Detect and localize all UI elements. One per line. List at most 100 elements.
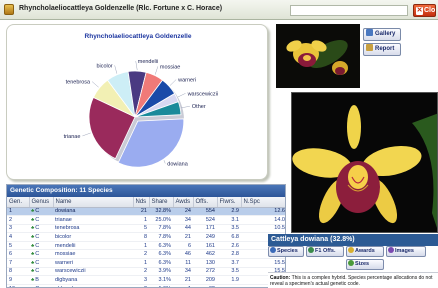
table-cell: warneri (53, 258, 133, 268)
table-cell: C (29, 249, 53, 260)
f1-offspring-button-label: F1 Offs. (315, 248, 336, 254)
table-cell: 10 (7, 284, 29, 287)
table-row[interactable]: 1Cdowiana2132.8%245542.912.6 (7, 207, 285, 217)
pie-leader-line (163, 160, 166, 164)
table-row[interactable]: 2Ctrianae125.0%345243.114.0 (7, 215, 285, 225)
offspring-icon (308, 247, 314, 253)
species-button[interactable]: Species (268, 246, 304, 257)
gallery-button-label: Gallery (375, 31, 396, 37)
awards-button[interactable]: Awards (346, 246, 384, 257)
table-cell: 6.3% (149, 249, 173, 260)
pie-label-mossiae: mossiae (160, 64, 180, 70)
table-cell: 3.5 (217, 224, 241, 234)
pie-label-mendelii: mendelii (138, 59, 158, 65)
table-cell: eldorado (53, 284, 133, 287)
column-header[interactable]: Offs. (193, 197, 218, 208)
images-button[interactable]: Images (386, 246, 426, 257)
table-cell: trianae (53, 215, 133, 225)
column-header[interactable]: Awds (173, 197, 194, 208)
table-cell: 7.8% (149, 232, 173, 242)
table-cell: 2.6 (217, 241, 241, 251)
close-button[interactable]: ✕ Clo (413, 4, 436, 17)
chart-panel: Rhyncholaeliocattleya Goldenzelle dowian… (6, 24, 268, 180)
table-cell: 2 (133, 249, 149, 260)
column-header[interactable]: Genus (29, 197, 54, 208)
table-cell: dowiana (53, 207, 133, 217)
table-cell: 3.5 (217, 267, 241, 277)
table-row[interactable]: 10Celdorado21.6%132 (7, 284, 285, 287)
species-button-label: Species (277, 248, 298, 254)
sizes-button[interactable]: Sizes (346, 259, 384, 270)
table-cell: 25.0% (149, 215, 173, 225)
table-cell: 5 (133, 224, 149, 234)
table-cell: C (29, 284, 53, 287)
pie-label-dowiana: dowiana (167, 162, 188, 168)
pie-chart: dowiana trianae tenebrosa bicolor mendeliimo… (64, 59, 219, 168)
pie-leader-line (181, 105, 190, 109)
table-cell: 2.9 (217, 207, 241, 217)
table-cell: C (29, 215, 53, 225)
table-cell: warscewiczii (53, 267, 133, 277)
pie-label-warneri: warneri (177, 78, 196, 84)
table-cell: 6.3% (149, 241, 173, 251)
table-cell: C (29, 224, 53, 234)
table-cell: 5 (7, 241, 29, 251)
table-row[interactable]: 6Cmossiae26.3%464622.817.0 (7, 249, 285, 260)
table-cell: 4 (7, 232, 29, 242)
table-title: Genetic Composition: 11 Species (7, 185, 285, 197)
table-cell: 32 (193, 284, 217, 287)
table-cell: 524 (193, 215, 217, 225)
table-cell: 24 (173, 207, 193, 217)
table-cell: 7.8% (149, 224, 173, 234)
table-cell: 2 (133, 267, 149, 277)
column-header[interactable]: Share (149, 197, 174, 208)
pie-leader-line (177, 93, 186, 98)
table-cell: bicolor (53, 232, 133, 242)
column-header[interactable]: Flwrs. (217, 197, 242, 208)
table-cell: 3.9% (149, 267, 173, 277)
table-cell: tenebrosa (53, 224, 133, 234)
f1-offspring-button[interactable]: F1 Offs. (306, 246, 344, 257)
table-row[interactable]: 4Cbicolor87.8%212496.88.7 (7, 232, 285, 242)
table-row[interactable]: 8Cwarscewiczii23.9%342723.515.5 (7, 267, 285, 277)
column-header[interactable]: Nds (133, 197, 150, 208)
table-cell: 21 (173, 275, 193, 285)
sizes-icon (348, 260, 354, 266)
table-cell: C (29, 207, 53, 217)
column-header[interactable]: Name (53, 197, 134, 208)
table-row[interactable]: 9Bdigbyana33.1%212091.914.0 (7, 275, 285, 285)
column-header[interactable]: Gen. (7, 197, 30, 208)
award-ribbon-icon (348, 247, 354, 253)
camera-icon (388, 247, 394, 253)
pie-label-tenebrosa: tenebrosa (66, 80, 91, 86)
table-cell: 34 (173, 267, 193, 277)
window-title: Rhyncholaeliocattleya Goldenzelle (Rlc. … (19, 5, 223, 12)
table-cell: 462 (193, 249, 217, 260)
gallery-icon (366, 29, 373, 36)
gallery-button[interactable]: Gallery (363, 28, 401, 41)
table-cell: mossiae (53, 249, 133, 260)
table-cell: 14.0 (241, 215, 285, 225)
pie-label-bicolor: bicolor (96, 63, 112, 69)
action-buttons-row: Species F1 Offs. Awards Images (268, 246, 438, 258)
flower-thumbnail-image[interactable] (276, 24, 360, 88)
column-header[interactable]: N.Spc (241, 197, 285, 208)
table-row[interactable]: 7Cwarneri16.3%111303.715.5 (7, 258, 285, 268)
table-cell: 21 (133, 207, 149, 217)
report-button-label: Report (375, 46, 395, 52)
table-row[interactable]: 5Cmendelii16.3%61612.615.3 (7, 241, 285, 251)
pie-leader-line (91, 81, 99, 88)
pie-label-warscewiczii: warscewiczii (187, 91, 219, 97)
images-button-label: Images (395, 248, 414, 254)
table-row[interactable]: 3Ctenebrosa57.8%441713.510.5 (7, 224, 285, 234)
title-input-field[interactable] (290, 5, 408, 16)
flower-main-graphic (292, 93, 437, 232)
table-cell: 130 (193, 258, 217, 268)
species-table: Gen. Genus Name Nds Share Awds Offs. Flw… (7, 197, 285, 287)
table-cell: 2 (7, 215, 29, 225)
table-cell: C (29, 241, 53, 251)
flower-main-image[interactable] (291, 92, 438, 233)
table-cell: 12.6 (241, 207, 285, 217)
report-button[interactable]: Report (363, 43, 401, 56)
table-cell: 8 (133, 232, 149, 242)
